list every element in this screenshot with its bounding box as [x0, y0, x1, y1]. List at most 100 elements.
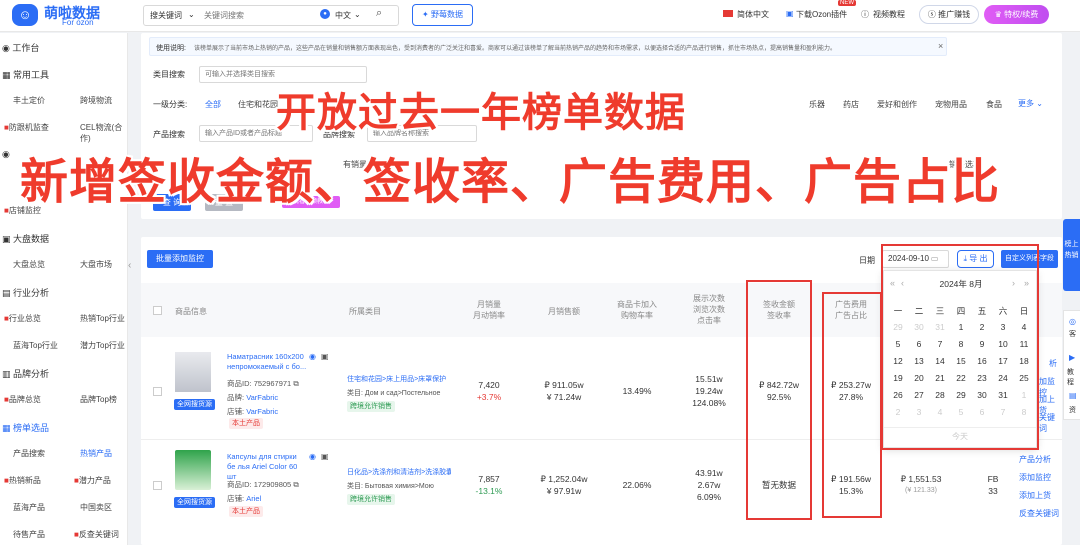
cell-sales-rate: +3.7%: [476, 392, 502, 402]
copy-icon: ⧉: [293, 379, 299, 388]
video-tutorial-link[interactable]: 视频教程: [873, 9, 905, 20]
sidebar-item-blue-prod[interactable]: 蓝海产品: [13, 502, 45, 513]
product-title-link[interactable]: Капсулы для стирки бе лья Ariel Color 60…: [227, 452, 307, 482]
sidebar-item-overview[interactable]: 大盘总览: [13, 259, 45, 270]
row-checkbox[interactable]: [153, 481, 162, 490]
china-flag-icon: [723, 10, 733, 17]
th-monthly-revenue[interactable]: 月销售额: [539, 306, 589, 317]
cross-border-tag: 跨境允许销售: [347, 401, 395, 412]
sidebar-section-brand[interactable]: ▥ 品牌分析: [2, 367, 49, 380]
cell-cart-rate: 22.06%: [622, 480, 652, 490]
sidebar-item-hot-new[interactable]: ■热销新品: [4, 475, 41, 486]
sidebar-item-anti[interactable]: ■防跟机监查: [4, 122, 49, 133]
ozon-icon[interactable]: ◉: [309, 352, 316, 361]
sidebar-item-sold[interactable]: 待售产品: [13, 529, 45, 540]
download-plugin-link[interactable]: 下载Ozon插件: [796, 9, 847, 20]
close-icon[interactable]: ×: [938, 41, 943, 51]
row2-add-monitor-link[interactable]: 添加监控: [1019, 472, 1051, 483]
category-hobby[interactable]: 爱好和创作: [877, 99, 917, 110]
category-more[interactable]: 更多 ⌄: [1018, 98, 1043, 109]
search-icon[interactable]: ⌕: [376, 7, 382, 20]
sidebar-item-hot-top[interactable]: 热销Top行业: [80, 313, 125, 324]
cell-impressions: 15.51w: [695, 374, 723, 384]
select-all-checkbox[interactable]: [153, 306, 162, 315]
sidebar-item-market[interactable]: 大盘市场: [80, 259, 112, 270]
locale-switch[interactable]: 简体中文: [737, 9, 769, 20]
row-checkbox[interactable]: [153, 387, 162, 396]
sidebar-item-ind-overview[interactable]: ■行业总览: [4, 313, 41, 324]
sidebar-item-blue-top[interactable]: 蓝海Top行业: [13, 340, 58, 351]
product-image[interactable]: [175, 352, 211, 392]
row1-keyword-link[interactable]: 关键词: [1039, 412, 1062, 434]
wild-data-button[interactable]: ✦ 野莓数据: [412, 4, 473, 26]
cell-extra-col2: 33: [988, 486, 998, 496]
cell-extra-price-cny: (¥ 121.33): [905, 487, 937, 494]
logo-icon: ☺: [12, 4, 38, 26]
sidebar-item-prod-search[interactable]: 产品搜索: [13, 448, 45, 459]
sidebar-section-tools[interactable]: ▦ 常用工具: [2, 68, 49, 81]
cell-revenue: ₽ 911.05w: [544, 380, 584, 390]
service-icon[interactable]: ◎: [1069, 317, 1076, 326]
category-pharmacy[interactable]: 药店: [843, 99, 859, 110]
category-all[interactable]: 全部: [205, 99, 221, 110]
hot-ranking-float[interactable]: 榜上热销: [1063, 219, 1080, 291]
category-instruments[interactable]: 乐器: [809, 99, 825, 110]
date-label: 日期: [859, 256, 875, 265]
th-monthly-sales[interactable]: 月销量 月动销率: [467, 299, 511, 321]
th-impressions[interactable]: 展示次数 浏览次数 点击率: [687, 293, 731, 326]
sidebar-item-pot-top[interactable]: 潜力Top行业: [80, 340, 125, 351]
collapse-sidebar-icon[interactable]: ‹: [128, 260, 131, 271]
sidebar-item-cn-zone[interactable]: 中国卖区: [80, 502, 112, 513]
sidebar-item-pot-prod[interactable]: ■潜力产品: [74, 475, 111, 486]
notice-bar: 使用说明: 该榜单展示了当前市场上热销的产品，这些产品在销量和销售额方面表现出色…: [149, 37, 947, 56]
sidebar-item-brand-overview[interactable]: ■品牌总览: [4, 394, 41, 405]
sidebar-item-brand-top[interactable]: 品牌Top榜: [80, 394, 117, 405]
row2-product-analysis-link[interactable]: 产品分析: [1019, 454, 1051, 465]
category-food[interactable]: 食品: [986, 99, 1002, 110]
category-ru: 类目: Бытовая химия>Мою: [347, 483, 434, 490]
product-image[interactable]: [175, 450, 211, 490]
language-select[interactable]: 中文: [335, 10, 351, 21]
image-search-icon[interactable]: ▣: [321, 352, 329, 361]
category-ru: 类目: Дом и сад>Постельное: [347, 390, 441, 397]
tutorial-icon[interactable]: ▶: [1069, 353, 1075, 362]
net-source-tag[interactable]: 全网搜货源: [174, 399, 215, 410]
sidebar-section-industry[interactable]: ▤ 行业分析: [2, 286, 49, 299]
promo-button[interactable]: ⓢ 推广赚钱: [919, 5, 979, 24]
ozon-icon[interactable]: ◉: [309, 452, 316, 461]
row1-product-analysis-link[interactable]: 析: [1049, 358, 1057, 369]
chevron-down-icon: ⌄: [1034, 99, 1043, 108]
category-path-link[interactable]: 住宅和花园>床上用品>床罩保护: [347, 374, 451, 384]
category-pets[interactable]: 宠物用品: [935, 99, 967, 110]
th-cart-rate[interactable]: 商品卡加入 购物车率: [609, 299, 665, 321]
sidebar-section-workbench[interactable]: ◉ 工作台: [2, 41, 39, 54]
search-input[interactable]: [204, 8, 314, 23]
sidebar-item-hot-prod[interactable]: 热销产品: [80, 448, 112, 459]
image-search-icon[interactable]: ▣: [321, 452, 329, 461]
brand-info: 品牌: VarFabric: [227, 393, 279, 402]
batch-monitor-button[interactable]: 批量添加监控: [147, 250, 213, 268]
net-source-tag[interactable]: 全网搜货源: [174, 497, 215, 508]
sidebar: ◉ 工作台 ▦ 常用工具 丰土定价 跨境物流 ■防跟机监查 CEL物流(合作) …: [0, 33, 128, 545]
sidebar-item-keyword[interactable]: ■反查关键词: [74, 529, 119, 540]
row2-keyword-link[interactable]: 反查关键词: [1019, 508, 1059, 519]
copy-icon: ⧉: [293, 480, 299, 489]
category-path-link[interactable]: 日化品>洗涤剂和清洁剂>洗涤胶囊: [347, 467, 451, 477]
shop-info: 店铺: VarFabric: [227, 407, 279, 416]
vip-button[interactable]: ♛ 特权/续费: [984, 5, 1049, 24]
globe-icon: ●: [320, 9, 330, 19]
brand-icon: ▥: [2, 369, 14, 379]
sidebar-section-market[interactable]: ▣ 大盘数据: [2, 232, 49, 245]
logo-sub: For ozon: [62, 18, 94, 27]
product-title-link[interactable]: Наматрасник 160х200 непромокаемый с бо..…: [227, 352, 307, 372]
cell-extra-col: FB: [987, 474, 999, 484]
sidebar-item-price[interactable]: 丰土定价: [13, 95, 45, 106]
category-home-garden[interactable]: 住宅和花园: [238, 99, 278, 110]
search-type-select[interactable]: 搜关键词: [150, 10, 182, 21]
resource-icon[interactable]: ▤: [1069, 391, 1077, 400]
sidebar-item-cel[interactable]: CEL物流(合作): [80, 122, 127, 144]
row2-add-upload-link[interactable]: 添加上货: [1019, 490, 1051, 501]
sidebar-section-ranking[interactable]: ▦ 榜单选品: [2, 421, 49, 434]
sidebar-item-logistics[interactable]: 跨境物流: [80, 95, 112, 106]
sidebar-section-monitor[interactable]: ◉: [2, 149, 10, 160]
